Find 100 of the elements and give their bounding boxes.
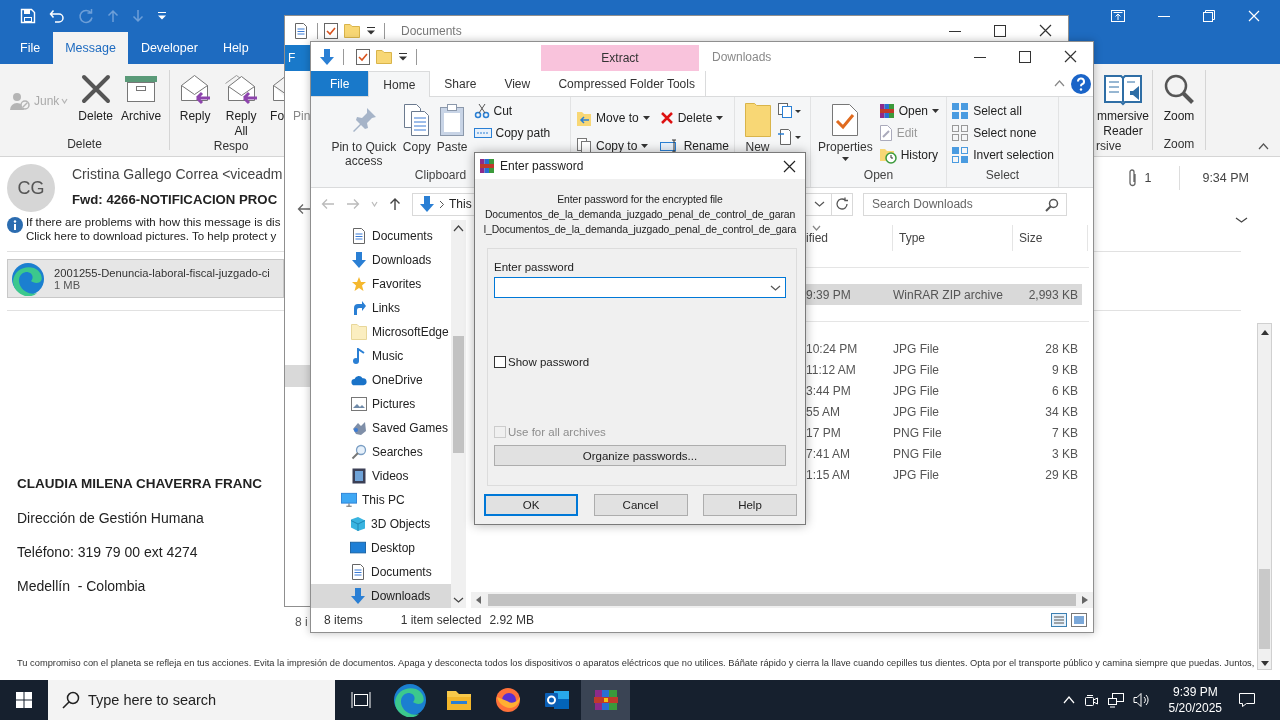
ribbon-button[interactable]: Delete bbox=[74, 72, 118, 124]
nav-item[interactable]: Documents bbox=[311, 560, 451, 584]
nav-item[interactable]: OneDrive bbox=[311, 368, 451, 392]
nav-item[interactable]: Music bbox=[311, 344, 451, 368]
search-field[interactable]: Search Downloads bbox=[863, 192, 1067, 216]
nav-item[interactable]: Desktop bbox=[311, 536, 451, 560]
organize-passwords-button[interactable]: Organize passwords... bbox=[494, 445, 786, 466]
close-icon[interactable] bbox=[783, 159, 796, 173]
scrollbar[interactable] bbox=[1257, 323, 1272, 670]
collapse-ribbon-icon[interactable] bbox=[1054, 80, 1065, 87]
nav-item[interactable]: Links bbox=[311, 296, 451, 320]
ribbon-button[interactable]: Zoom bbox=[1163, 72, 1195, 124]
nav-item[interactable]: Downloads bbox=[311, 248, 451, 272]
save-icon[interactable] bbox=[20, 8, 36, 24]
customize-icon[interactable] bbox=[157, 11, 167, 21]
ribbon-button[interactable]: Delete bbox=[659, 109, 729, 127]
ribbon-button[interactable]: Move to bbox=[575, 109, 650, 127]
dialog-button[interactable]: Help bbox=[703, 494, 797, 516]
ribbon-button[interactable]: Pin to Quick access bbox=[330, 102, 397, 168]
close-icon[interactable] bbox=[1064, 50, 1077, 63]
ribbon-button[interactable]: Cut bbox=[473, 102, 551, 120]
nav-item[interactable]: Saved Games bbox=[311, 416, 451, 440]
clock-date[interactable]: 5/20/2025 bbox=[1168, 700, 1222, 716]
ribbon-tab[interactable]: File bbox=[8, 32, 53, 64]
ribbon-button[interactable]: Reply bbox=[174, 72, 217, 124]
ribbon-tab[interactable]: Share bbox=[430, 71, 491, 96]
ribbon-button[interactable]: Reply All bbox=[216, 72, 267, 139]
up-arrow-icon[interactable] bbox=[389, 197, 401, 211]
task-view-icon[interactable] bbox=[351, 691, 371, 709]
ribbon-button[interactable]: Open bbox=[878, 102, 940, 120]
ribbon-tab[interactable]: F bbox=[285, 45, 310, 71]
clock-time[interactable]: 9:39 PM bbox=[1172, 684, 1218, 700]
scroll-left-icon[interactable] bbox=[476, 596, 482, 604]
ribbon-button[interactable]: Archive bbox=[117, 72, 166, 124]
undo-icon[interactable] bbox=[49, 8, 65, 24]
help-icon[interactable] bbox=[1071, 73, 1091, 94]
nav-item[interactable]: Downloads bbox=[311, 584, 451, 608]
file-row[interactable]: 9:39 PM WinRAR ZIP archive 2,993 KB bbox=[806, 284, 1082, 305]
network-icon[interactable] bbox=[1106, 692, 1125, 708]
refresh-icon[interactable] bbox=[832, 192, 853, 216]
tiles-view-icon[interactable] bbox=[1071, 613, 1087, 627]
close-icon[interactable] bbox=[1039, 24, 1052, 37]
easy-access-icon[interactable] bbox=[776, 128, 801, 146]
maximize-icon[interactable] bbox=[994, 24, 1006, 37]
nav-item[interactable]: Videos bbox=[311, 464, 451, 488]
checkbox[interactable] bbox=[494, 356, 506, 368]
ribbon-button[interactable]: mmersive Reader bbox=[1094, 72, 1152, 139]
nav-item[interactable]: Searches bbox=[311, 440, 451, 464]
ribbon-button[interactable]: History bbox=[878, 146, 940, 164]
ribbon-button[interactable]: Select none bbox=[951, 124, 1054, 142]
volume-icon[interactable] bbox=[1132, 692, 1151, 708]
taskbar-search-field[interactable]: Type here to search bbox=[48, 680, 335, 720]
start-icon[interactable] bbox=[16, 692, 32, 708]
ribbon-tab[interactable]: Help bbox=[210, 32, 261, 64]
expand-icon[interactable] bbox=[1235, 217, 1248, 223]
nav-item[interactable]: 3D Objects bbox=[311, 512, 451, 536]
nav-item[interactable]: Documents bbox=[311, 224, 451, 248]
ribbon-tab[interactable]: Compressed Folder Tools bbox=[548, 71, 707, 96]
new-item-icon[interactable] bbox=[776, 102, 801, 120]
ribbon-button[interactable]: Invert selection bbox=[951, 146, 1054, 164]
new-folder-button[interactable]: New bbox=[744, 102, 771, 154]
ribbon-button[interactable]: Rename bbox=[659, 137, 729, 155]
camera-icon[interactable] bbox=[1082, 692, 1099, 708]
collapse-ribbon-icon[interactable] bbox=[1258, 143, 1269, 150]
column-header[interactable]: Size bbox=[1013, 225, 1088, 251]
ribbon-button[interactable]: Fo bbox=[266, 72, 289, 124]
dialog-button[interactable]: Cancel bbox=[593, 494, 688, 516]
nav-item[interactable]: Favorites bbox=[311, 272, 451, 296]
scroll-thumb[interactable] bbox=[488, 594, 1076, 606]
dropdown-icon[interactable] bbox=[770, 285, 781, 291]
dialog-button[interactable]: OK bbox=[484, 494, 578, 516]
ribbon-tab[interactable]: Developer bbox=[128, 32, 210, 64]
tray-caret-icon[interactable] bbox=[1062, 696, 1075, 704]
nav-item[interactable]: Pictures bbox=[311, 392, 451, 416]
properties-button[interactable]: Properties bbox=[817, 102, 873, 161]
details-view-icon[interactable] bbox=[1051, 613, 1067, 627]
ribbon-button[interactable]: Copy path bbox=[473, 124, 551, 142]
ribbon-button[interactable]: Copy bbox=[402, 102, 431, 154]
ribbon-display-icon[interactable] bbox=[1111, 10, 1125, 22]
customize-icon[interactable] bbox=[398, 51, 408, 62]
notification-icon[interactable] bbox=[1238, 692, 1256, 708]
restore-icon[interactable] bbox=[1203, 10, 1215, 22]
ribbon-tab[interactable]: Home bbox=[368, 71, 431, 97]
scroll-thumb[interactable] bbox=[453, 336, 464, 453]
attachment-card[interactable]: 2001255-Denuncia-laboral-fiscal-juzgado-ci 1 MB bbox=[7, 259, 284, 298]
column-header[interactable]: Type bbox=[893, 225, 1013, 251]
ribbon-tab[interactable]: View bbox=[490, 71, 545, 96]
ribbon-button[interactable]: Select all bbox=[951, 102, 1054, 120]
ribbon-tab[interactable]: File bbox=[311, 71, 369, 96]
scroll-right-icon[interactable] bbox=[1082, 596, 1088, 604]
scroll-thumb[interactable] bbox=[1259, 569, 1270, 649]
maximize-icon[interactable] bbox=[1019, 50, 1031, 63]
back-arrow-icon[interactable] bbox=[297, 203, 311, 215]
ribbon-button[interactable]: Paste bbox=[436, 102, 468, 154]
checked-page-icon[interactable] bbox=[356, 48, 370, 65]
nav-item[interactable]: MicrosoftEdge bbox=[311, 320, 451, 344]
scrollbar[interactable] bbox=[471, 592, 1093, 608]
scrollbar[interactable] bbox=[451, 220, 466, 608]
password-field[interactable] bbox=[494, 277, 786, 298]
ribbon-tab[interactable]: Message bbox=[53, 32, 128, 64]
